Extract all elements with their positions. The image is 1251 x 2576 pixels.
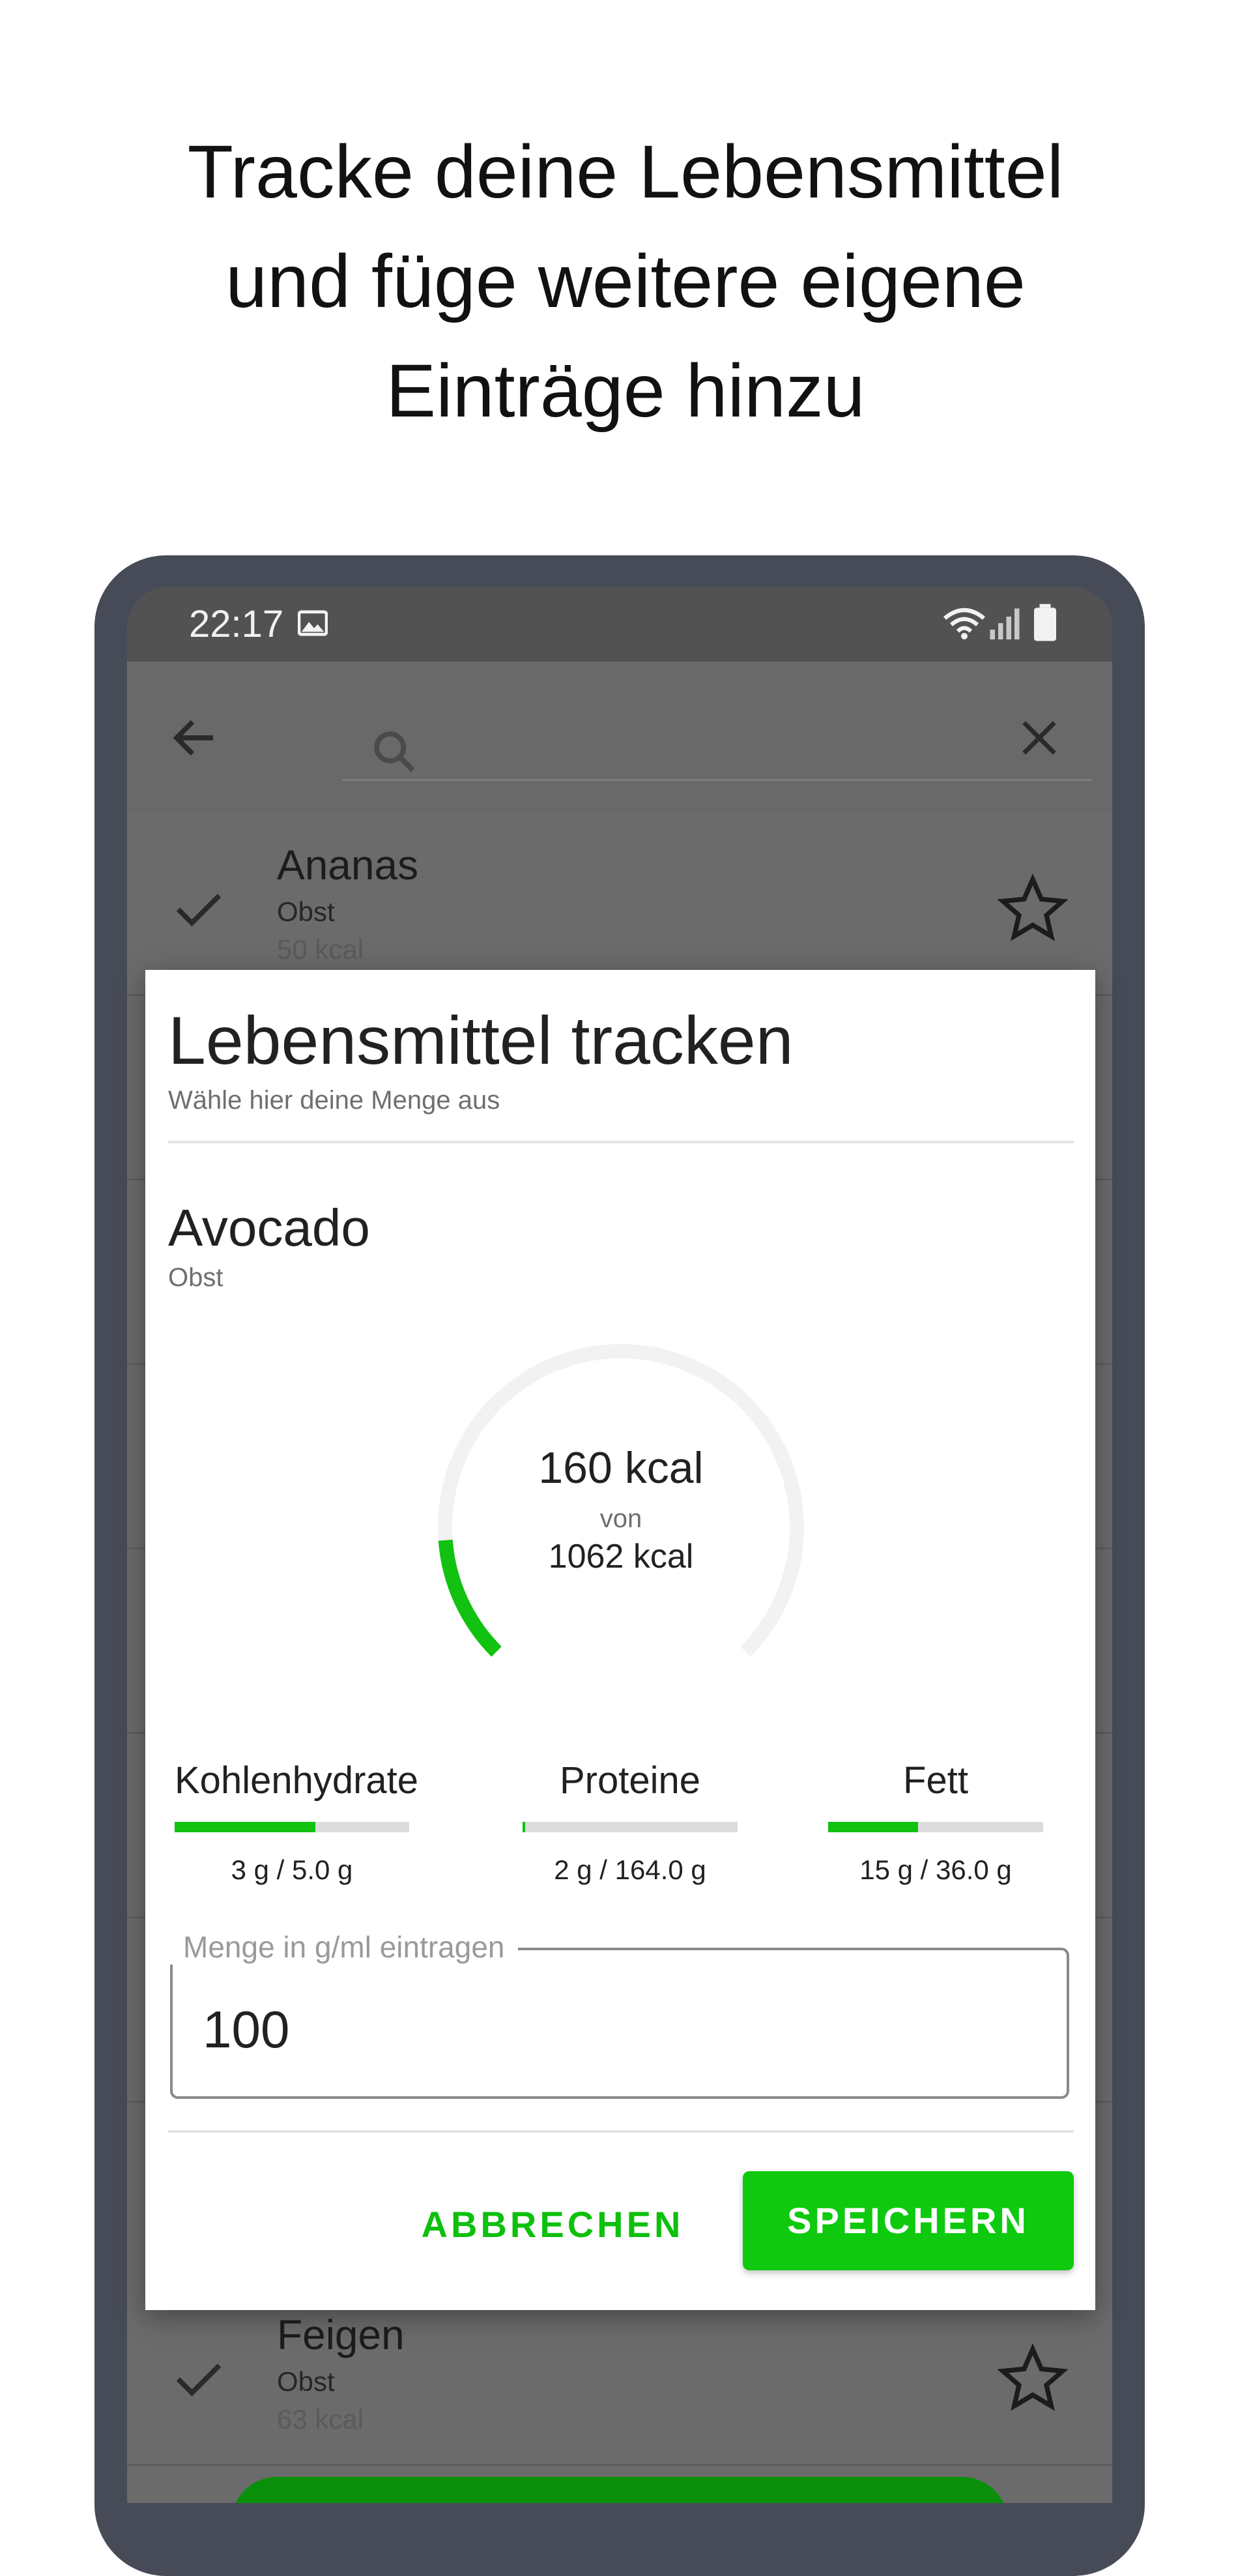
dialog-subtitle: Wähle hier deine Menge aus xyxy=(168,1086,500,1115)
promo-headline-line-2: und füge weitere eigene xyxy=(225,240,1026,323)
calorie-ring-track xyxy=(438,1344,804,1657)
list-item-name: Ananas xyxy=(277,842,419,888)
star-icon[interactable] xyxy=(997,873,1069,945)
battery-icon xyxy=(1034,604,1056,641)
save-button[interactable]: SPEICHERN xyxy=(743,2171,1074,2270)
status-time: 22:17 xyxy=(189,603,284,645)
signal-icon xyxy=(990,608,1020,639)
bottom-action-button[interactable] xyxy=(231,2477,1008,2503)
divider xyxy=(168,1141,1074,1143)
macro-progress-fill xyxy=(175,1822,315,1832)
promo-headline-line-3: Einträge hinzu xyxy=(386,349,865,433)
search-input[interactable] xyxy=(342,701,1091,781)
macro-label: Proteine xyxy=(559,1759,701,1802)
cancel-button[interactable]: ABBRECHEN xyxy=(416,2186,689,2264)
list-item-kcal: 50 kcal xyxy=(277,934,364,965)
macro-value: 15 g / 36.0 g xyxy=(859,1854,1012,1885)
promo-headline-line-1: Tracke deine Lebensmittel xyxy=(187,130,1064,214)
macro-progress-bar xyxy=(175,1822,409,1832)
calories-consumed: 160 kcal xyxy=(538,1443,704,1493)
macro-progress-fill xyxy=(828,1822,918,1832)
macro-progress-fill xyxy=(523,1822,525,1832)
image-icon xyxy=(298,610,328,636)
wifi-icon xyxy=(943,608,985,639)
close-icon[interactable] xyxy=(1016,715,1062,761)
list-item-kcal: 63 kcal xyxy=(277,2404,364,2435)
star-icon[interactable] xyxy=(997,2343,1069,2415)
macro-fat: Fett 15 g / 36.0 g xyxy=(818,1759,1053,1886)
quantity-value[interactable]: 100 xyxy=(203,2000,289,2060)
check-icon xyxy=(176,894,222,927)
list-item-category: Obst xyxy=(277,896,335,927)
macro-value: 2 g / 164.0 g xyxy=(554,1854,706,1885)
macro-label: Fett xyxy=(903,1759,968,1802)
promo-headline: Tracke deine Lebensmittel und füge weite… xyxy=(0,117,1251,446)
calories-of-label: von xyxy=(599,1504,642,1533)
quantity-field[interactable]: 100 xyxy=(170,1948,1069,2099)
check-icon xyxy=(176,2364,222,2397)
search-icon xyxy=(374,731,415,772)
calories-total: 1062 kcal xyxy=(548,1538,694,1575)
macro-carbs: Kohlenhydrate 3 g / 5.0 g xyxy=(175,1759,419,1886)
track-food-dialog: Lebensmittel tracken Wähle hier deine Me… xyxy=(145,970,1095,2310)
divider xyxy=(168,2130,1074,2133)
macro-progress-bar xyxy=(523,1822,738,1832)
list-item-category: Obst xyxy=(277,2366,335,2397)
food-category: Obst xyxy=(168,1263,223,1292)
quantity-label: Menge in g/ml eintragen xyxy=(170,1929,518,1965)
macro-label: Kohlenhydrate xyxy=(175,1759,419,1802)
macro-protein: Proteine 2 g / 164.0 g xyxy=(513,1759,747,1886)
status-bar: 22:17 xyxy=(127,587,1112,662)
dialog-title: Lebensmittel tracken xyxy=(168,1003,794,1079)
food-name: Avocado xyxy=(168,1199,370,1257)
list-item[interactable]: Ananas Obst 50 kcal xyxy=(127,812,1112,996)
list-item-name: Feigen xyxy=(277,2311,405,2358)
back-arrow-icon[interactable] xyxy=(167,710,222,765)
macro-progress-bar xyxy=(828,1822,1043,1832)
search-app-bar xyxy=(127,662,1112,812)
macro-value: 3 g / 5.0 g xyxy=(231,1854,353,1885)
